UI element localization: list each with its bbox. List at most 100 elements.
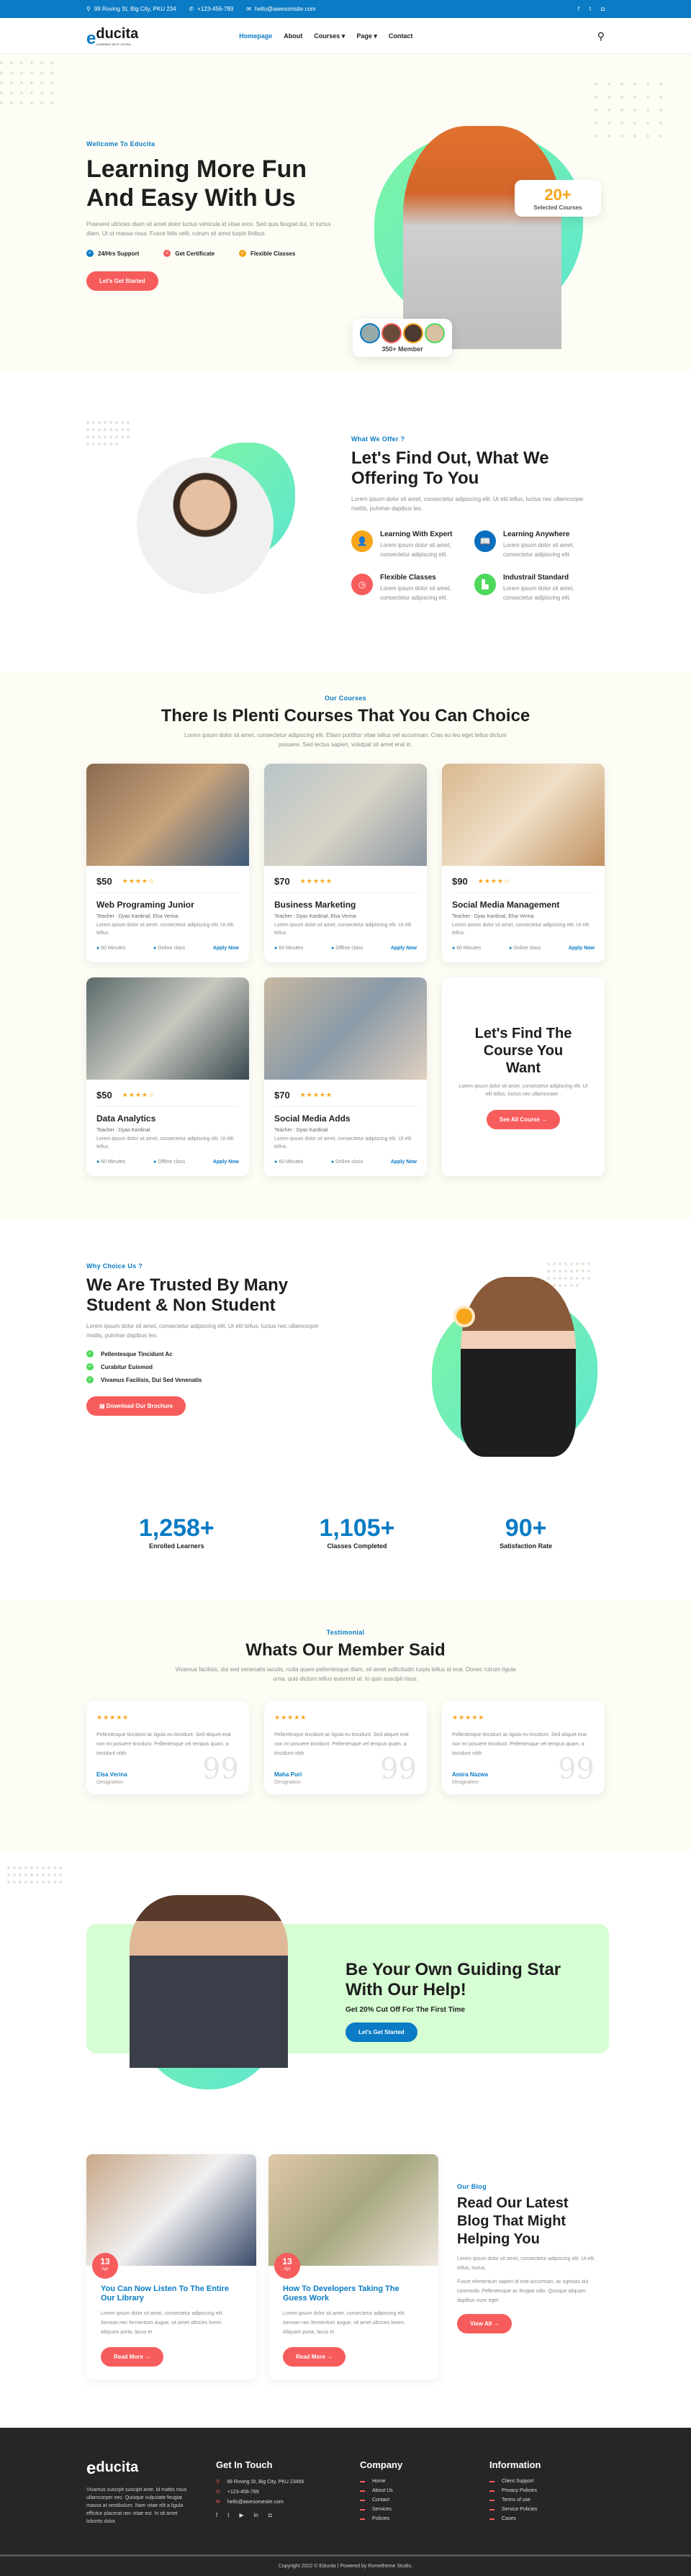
dot bbox=[36, 1874, 39, 1876]
dot bbox=[553, 1277, 556, 1280]
dot bbox=[10, 101, 13, 104]
get-started-button[interactable]: Let's Get Started bbox=[86, 271, 158, 291]
dot bbox=[20, 81, 23, 84]
dot bbox=[0, 81, 3, 84]
dot bbox=[30, 81, 33, 84]
dot bbox=[0, 61, 3, 64]
footer-link[interactable]: Cases bbox=[489, 2516, 597, 2521]
why-text: Lorem ipsum dolor sit amet, consectetur … bbox=[86, 1323, 319, 1339]
apply-now-link[interactable]: Apply Now bbox=[213, 946, 239, 951]
course-text: Lorem ipsum dolor sit amet, consectetur … bbox=[96, 923, 234, 936]
check-icon: ✓ bbox=[86, 1376, 94, 1383]
dot bbox=[40, 101, 43, 104]
topbar-phone[interactable]: ✆ +123-456-789 bbox=[189, 6, 234, 12]
dot bbox=[109, 421, 112, 424]
footer-link[interactable]: About Us bbox=[360, 2488, 468, 2493]
cta-get-started-button[interactable]: Let's Get Started bbox=[346, 2023, 417, 2042]
footer-logo[interactable]: e ducita bbox=[86, 2459, 194, 2477]
nav-item-homepage[interactable]: Homepage bbox=[239, 32, 272, 40]
dot bbox=[98, 443, 101, 446]
hero-title: Learning More Fun And Easy With Us bbox=[86, 155, 307, 212]
footer-link[interactable]: Contact bbox=[360, 2498, 468, 2503]
play-icon[interactable] bbox=[453, 1306, 475, 1327]
dot-pattern bbox=[86, 421, 130, 446]
dot bbox=[115, 443, 118, 446]
dot bbox=[547, 1262, 550, 1265]
clock-icon: ● bbox=[452, 946, 456, 951]
dot bbox=[633, 122, 636, 125]
linkedin-icon[interactable]: in bbox=[254, 2512, 258, 2518]
dot bbox=[659, 135, 662, 137]
dot bbox=[7, 1866, 10, 1869]
footer-link[interactable]: Services bbox=[360, 2507, 468, 2512]
view-all-button[interactable]: View All → bbox=[457, 2314, 512, 2333]
search-icon[interactable]: ⚲ bbox=[597, 30, 605, 42]
duration: ● 60 Minutes bbox=[96, 1160, 126, 1165]
dot bbox=[587, 1277, 590, 1280]
youtube-icon[interactable]: ▶ bbox=[239, 2512, 243, 2518]
download-brochure-button[interactable]: ▤ Download Our Brochure bbox=[86, 1396, 186, 1416]
hero-section: Wellcome To Educita Learning More Fun An… bbox=[0, 54, 691, 371]
course-card[interactable]: $50 ★★★★☆ Web Programing Junior Teacher :… bbox=[86, 764, 249, 962]
rating-stars: ★★★★☆ bbox=[122, 877, 155, 885]
read-more-button[interactable]: Read More → bbox=[283, 2347, 346, 2367]
list-item: ✓ Pellentesque Tincidunt Ac bbox=[86, 1350, 324, 1357]
factory-icon: ▙ bbox=[474, 574, 496, 595]
blog-card[interactable]: 13 Apr You Can Now Listen To The Entire O… bbox=[86, 2154, 256, 2380]
footer-about: e ducita Vivamus suscipit suscipit ante, … bbox=[86, 2459, 194, 2526]
facebook-icon[interactable]: f bbox=[216, 2512, 217, 2518]
twitter-icon[interactable]: t bbox=[227, 2512, 229, 2518]
course-card[interactable]: $70 ★★★★★ Business Marketing Teacher : Dy… bbox=[264, 764, 427, 962]
blog-section: 13 Apr You Can Now Listen To The Entire O… bbox=[86, 2154, 605, 2428]
facebook-icon[interactable]: f bbox=[578, 6, 579, 12]
footer-link[interactable]: Client Support bbox=[489, 2479, 597, 2484]
course-text: Lorem ipsum dolor sit amet, consectetur … bbox=[274, 1136, 412, 1149]
apply-now-link[interactable]: Apply Now bbox=[569, 946, 595, 951]
footer-link[interactable]: Home bbox=[360, 2479, 468, 2484]
nav-item-courses[interactable]: Courses ▾ bbox=[314, 32, 345, 40]
offer-text: Lorem ipsum dolor sit amet, consectetur … bbox=[351, 496, 584, 512]
dot bbox=[620, 109, 623, 112]
list-item: ✓ Vivamus Facilisis, Dui Sed Venenatis bbox=[86, 1376, 324, 1383]
instagram-icon[interactable]: ◘ bbox=[268, 2512, 272, 2518]
footer-link[interactable]: Service Policies bbox=[489, 2507, 597, 2512]
course-card[interactable]: $50 ★★★★☆ Data Analytics Teacher : Dyas K… bbox=[86, 977, 249, 1176]
footer-link[interactable]: Policies bbox=[360, 2516, 468, 2521]
footer-link[interactable]: Terms of use bbox=[489, 2498, 597, 2503]
nav-item-page[interactable]: Page ▾ bbox=[356, 32, 377, 40]
course-price: $70 bbox=[274, 876, 290, 887]
logo[interactable]: e ducita LEARNING WITH JOYFUL bbox=[86, 26, 138, 48]
course-title: Social Media Adds bbox=[274, 1113, 351, 1124]
why-list: ✓ Pellentesque Tincidunt Ac ✓ Curabitur Eu… bbox=[86, 1350, 324, 1383]
topbar-email[interactable]: ✉ hello@awesomsite.com bbox=[246, 6, 315, 12]
class-mode: ● Online class bbox=[508, 946, 541, 951]
find-course-text: Lorem ipsum dolor sit amet, consectetur … bbox=[459, 1083, 588, 1097]
dot bbox=[40, 81, 43, 84]
read-more-button[interactable]: Read More → bbox=[101, 2347, 164, 2367]
nav-item-about[interactable]: About bbox=[284, 32, 302, 40]
blog-content: Our Blog Read Our Latest Blog That Might… bbox=[457, 2183, 601, 2333]
apply-now-link[interactable]: Apply Now bbox=[391, 946, 417, 951]
feature-grid: 👤 Learning With Expert Lorem ipsum dolor s… bbox=[351, 530, 589, 602]
course-card[interactable]: $70 ★★★★★ Social Media Adds Teacher : Dya… bbox=[264, 977, 427, 1176]
apply-now-link[interactable]: Apply Now bbox=[213, 1160, 239, 1165]
nav-item-contact[interactable]: Contact bbox=[389, 32, 413, 40]
duration: ● 60 Minutes bbox=[274, 946, 304, 951]
course-text: Lorem ipsum dolor sit amet, consectetur … bbox=[96, 1136, 234, 1149]
book-icon: 📖 bbox=[474, 530, 496, 552]
instagram-icon[interactable]: ◘ bbox=[601, 6, 605, 12]
topbar-social: f t ◘ bbox=[578, 6, 605, 12]
find-course-card: Let's Find The Course You Want Lorem ips… bbox=[442, 977, 605, 1176]
clock-icon: ● bbox=[274, 946, 278, 951]
see-all-course-button[interactable]: See All Course → bbox=[486, 1109, 561, 1129]
dot bbox=[608, 96, 610, 99]
course-card[interactable]: $90 ★★★★☆ Social Media Management Teacher… bbox=[442, 764, 605, 962]
blog-card[interactable]: 13 Apr How To Developers Taking The Guess… bbox=[268, 2154, 438, 2380]
footer-link[interactable]: Privacy Policies bbox=[489, 2488, 597, 2493]
twitter-icon[interactable]: t bbox=[590, 6, 591, 12]
blog-title[interactable]: You Can Now Listen To The Entire Our Lib… bbox=[101, 2284, 242, 2303]
apply-now-link[interactable]: Apply Now bbox=[391, 1160, 417, 1165]
dot bbox=[24, 1881, 27, 1884]
courses-title: There Is Plenti Courses That You Can Cho… bbox=[161, 706, 530, 726]
blog-title[interactable]: How To Developers Taking The Guess Work bbox=[283, 2284, 424, 2303]
